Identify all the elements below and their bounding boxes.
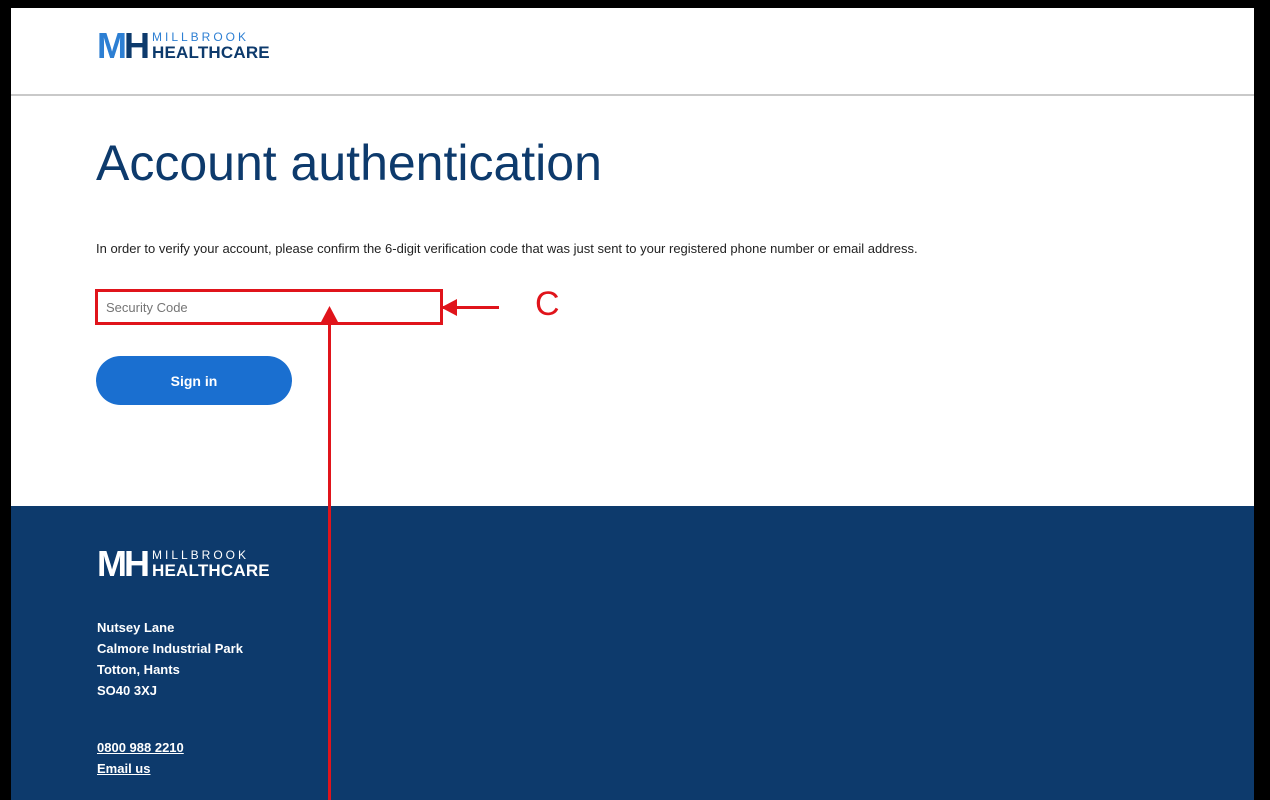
logo-mark-m: M (97, 25, 127, 66)
sign-in-button[interactable]: Sign in (96, 356, 292, 405)
logo-mark-m: M (97, 543, 127, 584)
logo-word-healthcare: HEALTHCARE (152, 561, 270, 580)
site-footer: M H MILLBROOK HEALTHCARE Nutsey Lane Cal… (11, 506, 1254, 800)
annotation-arrowhead-left-icon (441, 299, 457, 316)
verification-instructions: In order to verify your account, please … (96, 241, 918, 256)
address-line: SO40 3XJ (97, 683, 157, 698)
footer-contact: 0800 988 2210 Email us (97, 737, 184, 779)
site-header: M H MILLBROOK HEALTHCARE (11, 8, 1254, 96)
logo-mark: M H (97, 25, 150, 66)
browser-viewport: M H MILLBROOK HEALTHCARE Account authent… (11, 8, 1254, 800)
annotation-label: C (535, 285, 560, 323)
logo-word-millbrook: MILLBROOK (152, 548, 250, 562)
address-line: Nutsey Lane (97, 620, 175, 635)
logo-wordmark: MILLBROOK HEALTHCARE (152, 549, 270, 579)
address-line: Totton, Hants (97, 662, 180, 677)
logo-word-millbrook: MILLBROOK (152, 30, 250, 44)
annotation-arrow-vertical-line (328, 320, 331, 800)
logo-mark: M H (97, 543, 150, 584)
logo-word-healthcare: HEALTHCARE (152, 43, 270, 62)
page-title: Account authentication (96, 135, 602, 191)
header-logo[interactable]: M H MILLBROOK HEALTHCARE (97, 28, 270, 64)
security-code-input[interactable] (95, 289, 443, 325)
logo-mark-h: H (124, 25, 150, 66)
annotation-arrowhead-up-icon (321, 306, 338, 322)
address-line: Calmore Industrial Park (97, 641, 243, 656)
phone-link[interactable]: 0800 988 2210 (97, 737, 184, 758)
logo-mark-h: H (124, 543, 150, 584)
logo-wordmark: MILLBROOK HEALTHCARE (152, 31, 270, 61)
footer-address: Nutsey Lane Calmore Industrial Park Tott… (97, 617, 243, 701)
footer-logo[interactable]: M H MILLBROOK HEALTHCARE (97, 546, 270, 582)
email-link[interactable]: Email us (97, 758, 184, 779)
